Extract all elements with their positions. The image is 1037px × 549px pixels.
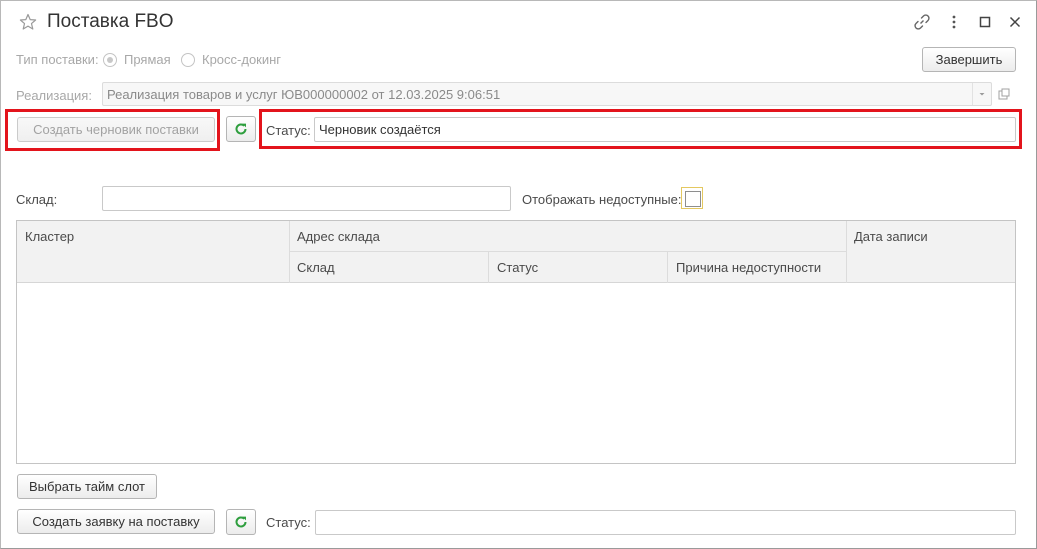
realization-label: Реализация: (16, 88, 92, 103)
draft-status-field[interactable]: Черновик создаётся (314, 117, 1016, 142)
refresh-icon (235, 516, 247, 528)
header-divider (488, 252, 489, 283)
header-status[interactable]: Статус (497, 260, 538, 275)
table-header: Кластер Адрес склада Склад Статус Причин… (17, 221, 1015, 283)
header-address-group: Адрес склада (297, 229, 380, 244)
header-divider (846, 221, 847, 283)
draft-status-label: Статус: (266, 123, 311, 138)
draft-status-value: Черновик создаётся (319, 122, 441, 137)
header-reason[interactable]: Причина недоступности (676, 260, 821, 275)
header-divider (290, 251, 846, 252)
radio-direct[interactable] (103, 53, 117, 67)
more-menu-icon[interactable] (945, 13, 963, 31)
realization-value: Реализация товаров и услуг ЮВ000000002 о… (107, 86, 501, 102)
request-status-field[interactable] (315, 510, 1016, 535)
header-warehouse[interactable]: Склад (297, 260, 335, 275)
delivery-type-label: Тип поставки: (16, 52, 99, 67)
create-request-button[interactable]: Создать заявку на поставку (17, 509, 215, 534)
close-icon[interactable] (1006, 13, 1024, 31)
header-divider (289, 221, 290, 283)
refresh-icon (235, 123, 247, 135)
radio-crossdock-label: Кросс-докинг (202, 52, 282, 67)
window-title: Поставка FBO (47, 11, 174, 32)
header-record-date[interactable]: Дата записи (854, 229, 928, 244)
chevron-down-icon[interactable] (977, 89, 987, 99)
open-icon[interactable] (996, 86, 1012, 102)
header-divider (667, 252, 668, 283)
favorite-star-icon[interactable] (19, 13, 37, 31)
realization-field[interactable]: Реализация товаров и услуг ЮВ000000002 о… (102, 82, 992, 106)
select-timeslot-button[interactable]: Выбрать тайм слот (17, 474, 157, 499)
radio-direct-label: Прямая (124, 52, 171, 67)
warehouse-input[interactable] (102, 186, 511, 211)
show-unavailable-label: Отображать недоступные: (522, 192, 682, 207)
maximize-icon[interactable] (976, 13, 994, 31)
highlight-create-draft (5, 109, 220, 151)
warehouse-label: Склад: (16, 192, 58, 207)
warehouses-table[interactable]: Кластер Адрес склада Склад Статус Причин… (16, 220, 1016, 464)
refresh-request-button[interactable] (226, 509, 256, 535)
show-unavailable-checkbox[interactable] (681, 187, 703, 209)
link-icon[interactable] (913, 13, 931, 31)
refresh-draft-button[interactable] (226, 116, 256, 142)
realization-dropdown-divider (972, 83, 973, 105)
finish-button[interactable]: Завершить (922, 47, 1016, 72)
header-cluster[interactable]: Кластер (25, 229, 74, 244)
radio-crossdock[interactable] (181, 53, 195, 67)
request-status-label: Статус: (266, 515, 311, 530)
